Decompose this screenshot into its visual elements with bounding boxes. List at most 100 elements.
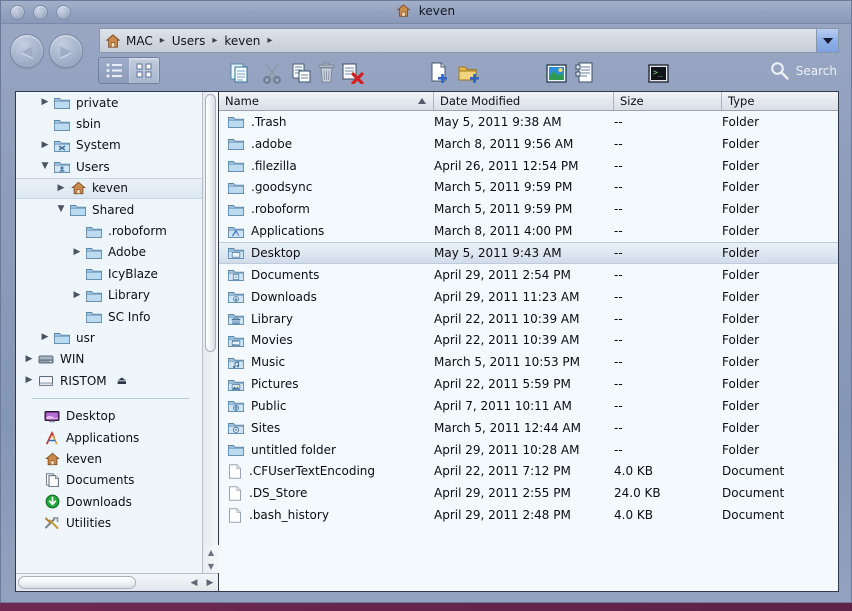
eject-icon[interactable]: ⏏ [117,374,127,387]
terminal-button[interactable]: >_ [648,58,669,88]
sidebar-horizontal-scrollbar[interactable]: ◀ ▶ [16,573,218,591]
icon-view-button[interactable] [129,58,159,83]
table-row[interactable]: .goodsyncMarch 5, 2011 9:59 PM--Folder [219,177,838,199]
place-item-applications[interactable]: Applications [16,427,202,448]
copy-button[interactable] [229,58,251,88]
table-row[interactable]: .adobeMarch 8, 2011 9:56 AM--Folder [219,133,838,155]
column-header-name[interactable]: Name [219,92,434,110]
triangle-down-icon[interactable]: ▼ [38,162,52,171]
delete-button[interactable] [317,58,336,88]
home-icon[interactable] [106,34,120,48]
breadcrumb-item-1[interactable]: Users [172,34,206,48]
tree-item-usr[interactable]: ▶ usr [16,327,202,348]
place-item-utilities[interactable]: Utilities [16,512,202,533]
tree-item-roboform[interactable]: ▶ .roboform [16,220,202,241]
file-type-cell: Folder [722,443,838,457]
table-row[interactable]: PicturesApril 22, 2011 5:59 PM--Folder [219,373,838,395]
table-row[interactable]: SitesMarch 5, 2011 12:44 AM--Folder [219,417,838,439]
table-row[interactable]: LibraryApril 22, 2011 10:39 AM--Folder [219,308,838,330]
tree-item-keven[interactable]: ▶ keven [16,178,202,199]
search-box[interactable]: Search [770,61,837,80]
table-row[interactable]: MoviesApril 22, 2011 10:39 AM--Folder [219,329,838,351]
table-row[interactable]: .CFUserTextEncodingApril 22, 2011 7:12 P… [219,461,838,483]
tree-item-library[interactable]: ▶ Library [16,285,202,306]
tree-item-users[interactable]: ▼ Users [16,156,202,177]
volume-icon [36,374,56,387]
breadcrumb-item-2[interactable]: keven [224,34,260,48]
place-item-desktop[interactable]: Desktop [16,405,202,426]
triangle-right-icon[interactable]: ▶ [22,376,36,385]
table-row[interactable]: untitled folderApril 29, 2011 10:28 AM--… [219,439,838,461]
triangle-right-icon[interactable]: ▶ [38,333,52,342]
scrollbar-thumb[interactable] [18,576,136,589]
path-bar[interactable]: MAC ▸ Users ▸ keven ▸ [99,28,839,53]
triangle-right-icon[interactable]: ▶ [22,355,36,364]
tree-item-private[interactable]: ▶ private [16,92,202,113]
file-date-cell: April 22, 2011 10:39 AM [434,333,614,347]
new-file-button[interactable] [429,58,449,88]
column-header-size[interactable]: Size [614,92,722,110]
triangle-right-icon: ▶ [70,269,84,278]
list-view-button[interactable] [99,58,129,83]
table-row[interactable]: DesktopMay 5, 2011 9:43 AM--Folder [219,242,838,264]
triangle-right-icon[interactable]: ▶ [38,141,52,150]
new-folder-icon [458,62,480,84]
tree-item-icyblaze[interactable]: ▶ IcyBlaze [16,263,202,284]
triangle-right-icon[interactable]: ▶ [38,98,52,107]
new-folder-button[interactable] [458,58,480,88]
applications-folder-icon [228,225,244,238]
table-row[interactable]: .filezillaApril 26, 2011 12:54 PM--Folde… [219,155,838,177]
scroll-up-button[interactable]: ▲ [203,545,219,559]
file-size-cell: -- [614,443,722,457]
triangle-down-icon[interactable]: ▼ [54,205,68,214]
scrollbar-track[interactable] [16,574,186,591]
file-size-cell: -- [614,137,722,151]
triangle-right-icon[interactable]: ▶ [54,184,68,193]
paste-button[interactable] [291,58,312,88]
tree-item-shared[interactable]: ▼ Shared [16,199,202,220]
triangle-right-icon[interactable]: ▶ [70,248,84,257]
table-row[interactable]: PublicApril 7, 2011 10:11 AM--Folder [219,395,838,417]
tree-item-sc-info[interactable]: ▶ SC Info [16,306,202,327]
table-row[interactable]: ApplicationsMarch 8, 2011 4:00 PM--Folde… [219,220,838,242]
scroll-down-button[interactable]: ▼ [203,559,219,573]
tree-item-sbin[interactable]: ▶ sbin [16,113,202,134]
table-row[interactable]: .TrashMay 5, 2011 9:38 AM--Folder [219,111,838,133]
table-row[interactable]: DownloadsApril 29, 2011 11:23 AM--Folder [219,286,838,308]
place-item-documents[interactable]: Documents [16,470,202,491]
table-row[interactable]: .DS_StoreApril 29, 2011 2:55 PM24.0 KBDo… [219,482,838,504]
tree-item-win[interactable]: ▶ WIN [16,349,202,370]
tree-item-ristom[interactable]: ▶ RISTOM⏏ [16,370,202,391]
file-name-label: .CFUserTextEncoding [249,464,375,478]
file-type-cell: Document [722,508,838,522]
breadcrumb-item-0[interactable]: MAC [126,34,153,48]
folder-icon [84,310,104,323]
tree-item-label: WIN [56,352,84,366]
table-row[interactable]: .bash_historyApril 29, 2011 2:48 PM4.0 K… [219,504,838,526]
properties-button[interactable] [575,58,595,88]
preview-button[interactable] [546,58,567,88]
content-area: ▶ private▶ sbin▶ System▼ Users▶ keven▼ S… [15,91,839,592]
table-row[interactable]: DocumentsApril 29, 2011 2:54 PM--Folder [219,264,838,286]
triangle-right-icon[interactable]: ▶ [70,291,84,300]
file-date-cell: March 5, 2011 9:59 PM [434,180,614,194]
delete-permanently-button[interactable] [342,58,364,88]
place-item-keven[interactable]: keven [16,448,202,469]
path-dropdown-button[interactable] [816,29,838,52]
tree-item-system[interactable]: ▶ System [16,135,202,156]
view-mode-toggle[interactable] [98,57,160,84]
scrollbar-thumb[interactable] [205,94,216,352]
tree-item-label: Users [72,160,110,174]
sidebar-vertical-scrollbar[interactable]: ▲ ▼ [202,92,218,573]
table-row[interactable]: .roboformMarch 5, 2011 9:59 PM--Folder [219,198,838,220]
table-row[interactable]: MusicMarch 5, 2011 10:53 PM--Folder [219,351,838,373]
column-header-type[interactable]: Type [722,92,838,110]
file-type-cell: Document [722,464,838,478]
column-header-date-modified[interactable]: Date Modified [434,92,614,110]
scroll-left-button[interactable]: ◀ [186,574,202,591]
place-item-downloads[interactable]: Downloads [16,491,202,512]
folder-icon [228,137,244,150]
scroll-right-button[interactable]: ▶ [202,574,218,591]
tree-item-adobe[interactable]: ▶ Adobe [16,242,202,263]
cut-button[interactable] [262,58,283,88]
